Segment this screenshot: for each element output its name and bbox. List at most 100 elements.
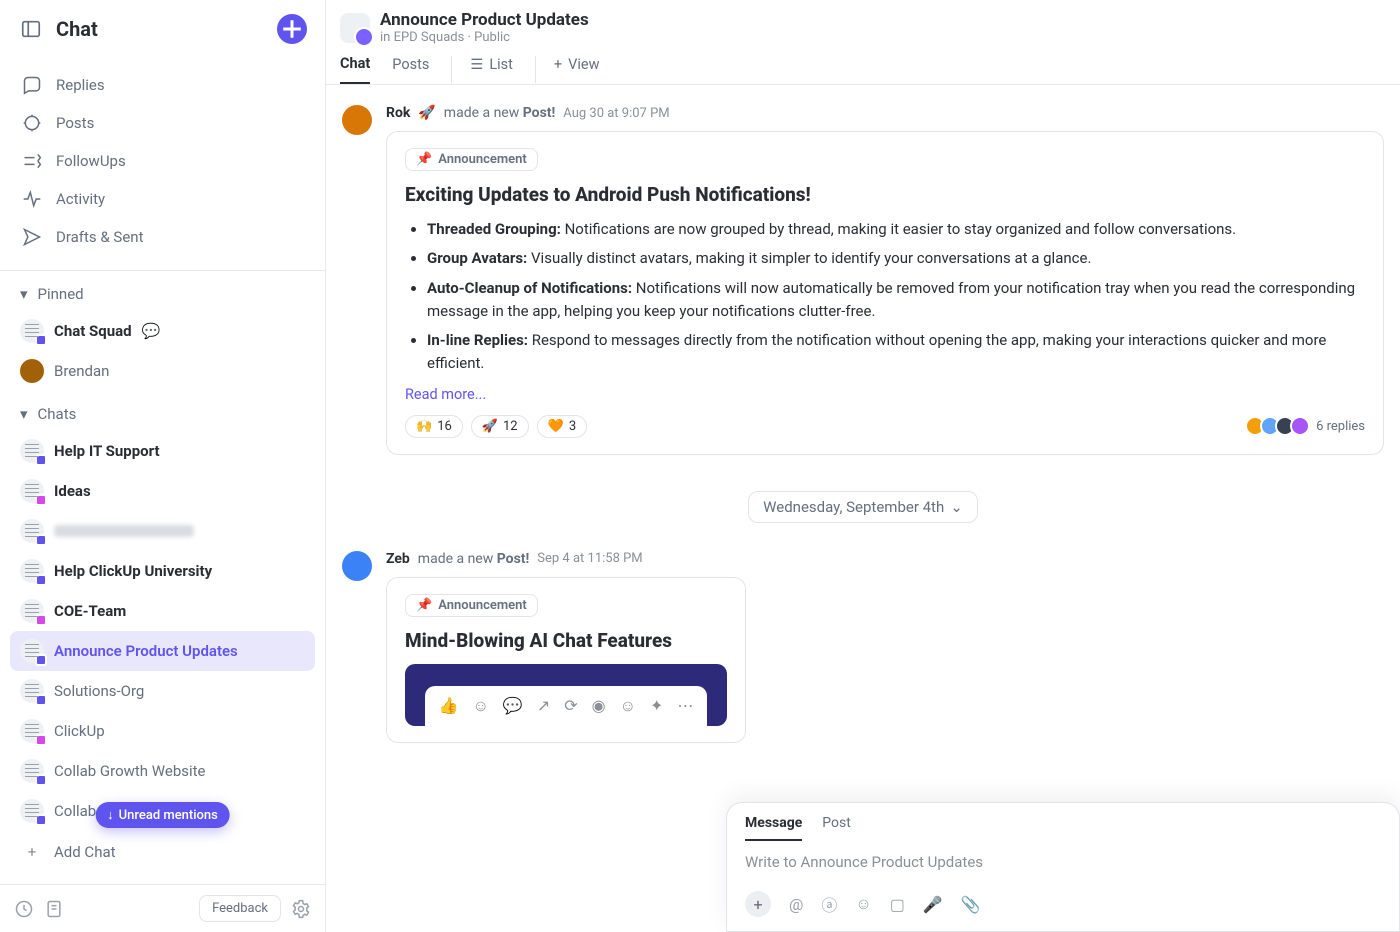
nav-replies[interactable]: Replies: [10, 66, 315, 104]
pinned-item-brendan[interactable]: Brendan: [10, 351, 315, 391]
activity-icon: [22, 189, 42, 209]
pin-icon: 📌: [416, 598, 432, 613]
reaction[interactable]: 🙌16: [405, 415, 463, 438]
pinned-item-chat-squad[interactable]: Chat Squad💬: [10, 311, 315, 351]
mention-icon[interactable]: @: [789, 895, 803, 914]
tab-add-view[interactable]: +View: [535, 56, 600, 83]
message-composer: Message Post Write to Announce Product U…: [726, 802, 1400, 932]
caret-down-icon: ▾: [20, 405, 28, 423]
message-input[interactable]: Write to Announce Product Updates: [727, 841, 1399, 883]
paperclip-icon[interactable]: 📎: [961, 895, 981, 914]
chat-item[interactable]: Ideas: [10, 471, 315, 511]
nav-posts[interactable]: Posts: [10, 104, 315, 142]
author-avatar[interactable]: [342, 105, 372, 135]
reaction[interactable]: 🧡3: [537, 415, 588, 438]
announcement-tag[interactable]: 📌Announcement: [405, 148, 538, 171]
channel-title: Announce Product Updates: [380, 10, 589, 30]
author-name[interactable]: Zeb: [386, 551, 410, 567]
post: Rok 🚀 made a new Post! Aug 30 at 9:07 PM…: [326, 105, 1400, 455]
reply-avatars: [1250, 416, 1310, 436]
tab-posts[interactable]: Posts: [392, 56, 429, 83]
date-separator: Wednesday, September 4th⌄: [326, 491, 1400, 523]
chat-item[interactable]: COE-Team: [10, 591, 315, 631]
post-header: Rok 🚀 made a new Post! Aug 30 at 9:07 PM: [386, 105, 1384, 121]
nav-section: Replies Posts FollowUps Activity Drafts …: [0, 58, 325, 271]
avatar: [20, 799, 44, 823]
caret-down-icon: ▾: [20, 285, 28, 303]
sidebar-header: Chat: [0, 0, 325, 58]
media-preview: 👍☺💬↗⟳◉☺✦⋯: [405, 664, 727, 726]
reply-icon: [22, 75, 42, 95]
reactions-row: 🙌16 🚀12 🧡3 6 replies: [405, 415, 1365, 438]
chat-item[interactable]: ClickUp: [10, 711, 315, 751]
avatar: [20, 359, 44, 383]
tab-chat[interactable]: Chat: [340, 55, 370, 84]
mention-user-icon[interactable]: ⓐ: [821, 892, 837, 916]
toolbar-preview: 👍☺💬↗⟳◉☺✦⋯: [425, 686, 708, 726]
attach-button[interactable]: +: [745, 891, 771, 917]
typing-icon: 💬: [142, 322, 161, 340]
nav-drafts[interactable]: Drafts & Sent: [10, 218, 315, 256]
timestamp: Aug 30 at 9:07 PM: [563, 106, 669, 121]
chat-item[interactable]: Collab Growth Website: [10, 751, 315, 791]
announcement-tag[interactable]: 📌Announcement: [405, 594, 538, 617]
avatar: [20, 519, 44, 543]
channel-avatar: [340, 13, 370, 43]
channel-breadcrumb: in EPD Squads · Public: [380, 30, 589, 45]
list-icon: ☰: [470, 56, 483, 73]
composer-tab-post[interactable]: Post: [822, 815, 851, 841]
author-avatar[interactable]: [342, 551, 372, 581]
new-chat-button[interactable]: [277, 14, 307, 44]
notes-icon[interactable]: [44, 899, 64, 919]
emoji-icon: 🚀: [418, 105, 435, 121]
section-pinned[interactable]: ▾Pinned: [0, 271, 325, 311]
chat-item[interactable]: Help ClickUp University: [10, 551, 315, 591]
avatar: [20, 759, 44, 783]
plus-icon: +: [20, 843, 44, 861]
chat-item[interactable]: Announce Product Updates: [10, 631, 315, 671]
main-panel: Announce Product Updates in EPD Squads ·…: [326, 0, 1400, 932]
post-header: Zeb made a new Post! Sep 4 at 11:58 PM: [386, 551, 1384, 567]
channel-header: Announce Product Updates in EPD Squads ·…: [326, 0, 1400, 45]
post-card[interactable]: 📌Announcement Exciting Updates to Androi…: [386, 131, 1384, 455]
unread-mentions-pill[interactable]: ↓Unread mentions: [95, 802, 230, 828]
gear-icon[interactable]: [291, 899, 311, 919]
tab-list[interactable]: ☰List: [451, 56, 513, 83]
replies-count[interactable]: 6 replies: [1250, 416, 1365, 436]
chevron-down-icon: ⌄: [950, 498, 963, 516]
avatar: [20, 479, 44, 503]
section-chats[interactable]: ▾Chats: [0, 391, 325, 431]
reaction[interactable]: 🚀12: [471, 415, 529, 438]
nav-followups[interactable]: FollowUps: [10, 142, 315, 180]
clock-icon[interactable]: [14, 899, 34, 919]
chat-item[interactable]: Solutions-Org: [10, 671, 315, 711]
chat-item[interactable]: [10, 511, 315, 551]
sidebar-footer: Feedback: [0, 884, 325, 932]
chat-item[interactable]: Help IT Support: [10, 431, 315, 471]
avatar: [20, 319, 44, 343]
composer-tab-message[interactable]: Message: [745, 815, 802, 841]
mic-icon[interactable]: 🎤: [923, 895, 943, 914]
feedback-button[interactable]: Feedback: [199, 895, 281, 922]
post: Zeb made a new Post! Sep 4 at 11:58 PM 📌…: [326, 551, 1400, 743]
avatar: [20, 599, 44, 623]
read-more-link[interactable]: Read more...: [405, 386, 1365, 403]
post-card[interactable]: 📌Announcement Mind-Blowing AI Chat Featu…: [386, 577, 746, 743]
emoji-icon[interactable]: ☺: [855, 894, 871, 914]
followups-icon: [22, 151, 42, 171]
nav-activity[interactable]: Activity: [10, 180, 315, 218]
plus-icon: +: [554, 56, 562, 73]
app-title: Chat: [56, 17, 263, 41]
posts-icon: [22, 113, 42, 133]
add-chat-button[interactable]: +Add Chat: [10, 835, 315, 869]
author-name[interactable]: Rok: [386, 105, 410, 121]
date-pill[interactable]: Wednesday, September 4th⌄: [748, 491, 978, 523]
sidebar: Chat Replies Posts FollowUps Activity Dr…: [0, 0, 326, 932]
avatar: [20, 559, 44, 583]
view-tabs: Chat Posts ☰List +View: [326, 45, 1400, 85]
panel-toggle-icon[interactable]: [20, 18, 42, 40]
timestamp: Sep 4 at 11:58 PM: [537, 551, 642, 566]
post-title: Exciting Updates to Android Push Notific…: [405, 183, 1365, 206]
video-icon[interactable]: ▢: [890, 895, 905, 914]
post-title: Mind-Blowing AI Chat Features: [405, 629, 727, 652]
